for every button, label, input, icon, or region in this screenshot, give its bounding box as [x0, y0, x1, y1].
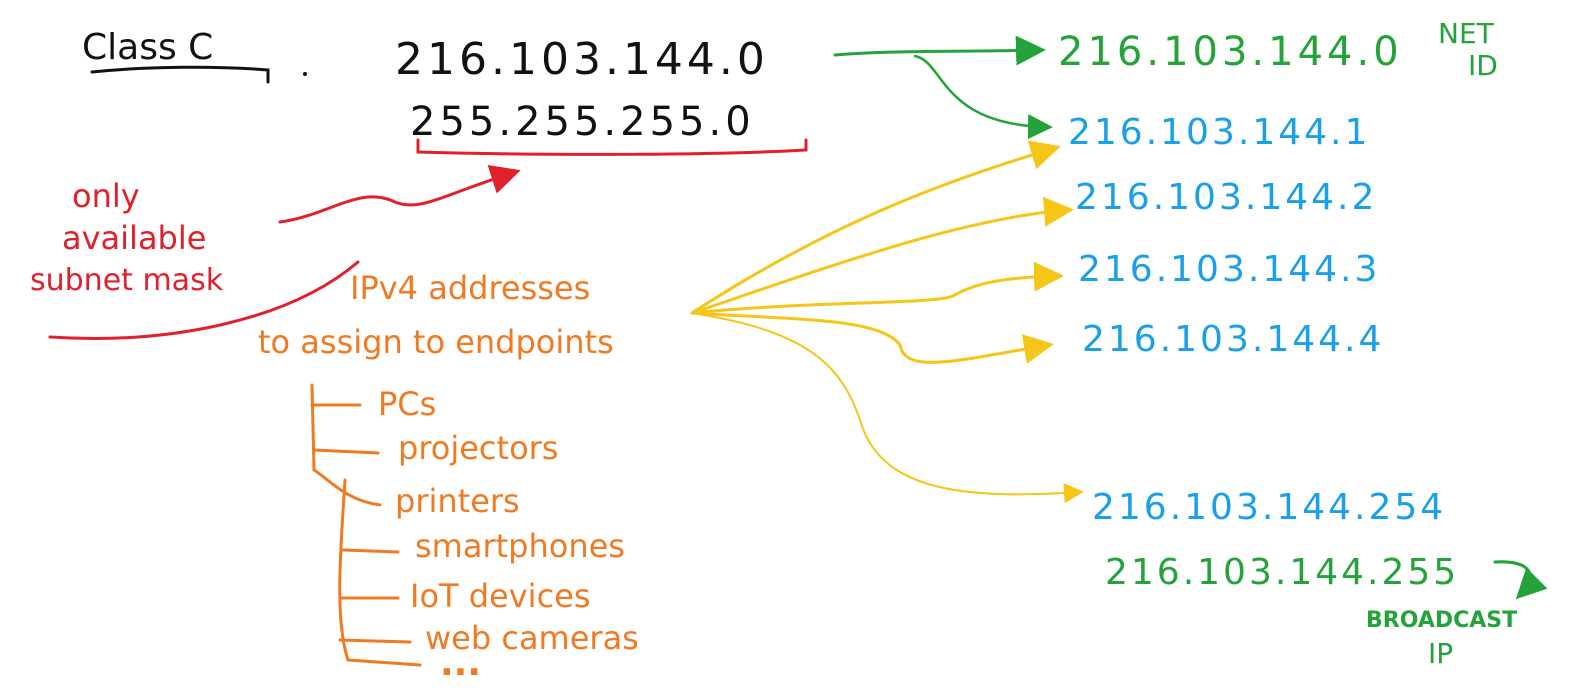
net-id-label-line-1: NET — [1438, 17, 1494, 50]
endpoint-item: IoT devices — [410, 577, 591, 615]
endpoint-ellipsis: ... — [440, 643, 482, 684]
net-id-address: 216.103.144.0 — [1058, 29, 1403, 75]
host-arrow-4 — [690, 311, 1054, 364]
broadcast-label-line-2: IP — [1428, 637, 1454, 670]
subnet-mask: 255.255.255.0 — [410, 99, 755, 145]
endpoint-tree-trunk-1 — [310, 383, 316, 472]
host-address: 216.103.144.254 — [1092, 487, 1447, 528]
host-arrow-254 — [691, 312, 1084, 504]
host-address: 216.103.144.2 — [1075, 177, 1378, 218]
mask-note-line-1: only — [72, 177, 140, 215]
net-id-arrow — [833, 35, 1046, 66]
broadcast-label-line-1: BROADCAST — [1366, 608, 1518, 633]
mask-note-line-3: subnet mask — [30, 263, 224, 298]
hosts-note-line-1: IPv4 addresses — [350, 269, 591, 307]
first-host-arrow — [913, 54, 1053, 140]
endpoint-branch-3 — [312, 468, 382, 507]
endpoint-branch-7 — [346, 658, 422, 667]
host-arrow-2 — [690, 196, 1074, 315]
endpoint-item: smartphones — [415, 527, 625, 565]
host-address: 216.103.144.4 — [1082, 319, 1385, 360]
host-arrow-1 — [690, 140, 1061, 315]
mask-note-line-2: available — [62, 219, 207, 257]
net-id-label-line-2: ID — [1468, 49, 1498, 82]
endpoint-item: projectors — [398, 429, 559, 467]
broadcast-address: 216.103.144.255 — [1105, 552, 1460, 593]
endpoint-tree-trunk-2 — [338, 478, 350, 662]
host-address: 216.103.144.1 — [1068, 112, 1371, 153]
endpoint-item: printers — [395, 482, 520, 520]
title-underline — [90, 65, 270, 84]
endpoint-branch-2 — [312, 448, 380, 455]
title-dot — [303, 72, 307, 76]
endpoint-branch-6 — [338, 638, 412, 644]
mask-note-arrow — [278, 165, 521, 224]
host-address: 216.103.144.3 — [1078, 249, 1381, 290]
endpoint-branch-4 — [341, 548, 400, 554]
page-title: Class C — [82, 27, 214, 68]
hosts-note-line-2: to assign to endpoints — [258, 323, 614, 361]
endpoint-item: PCs — [378, 385, 437, 423]
broadcast-arrow — [1493, 560, 1548, 600]
whiteboard-diagram: Class C 216.103.144.0 255.255.255.0 only… — [0, 0, 1583, 693]
network-address: 216.103.144.0 — [395, 34, 769, 85]
